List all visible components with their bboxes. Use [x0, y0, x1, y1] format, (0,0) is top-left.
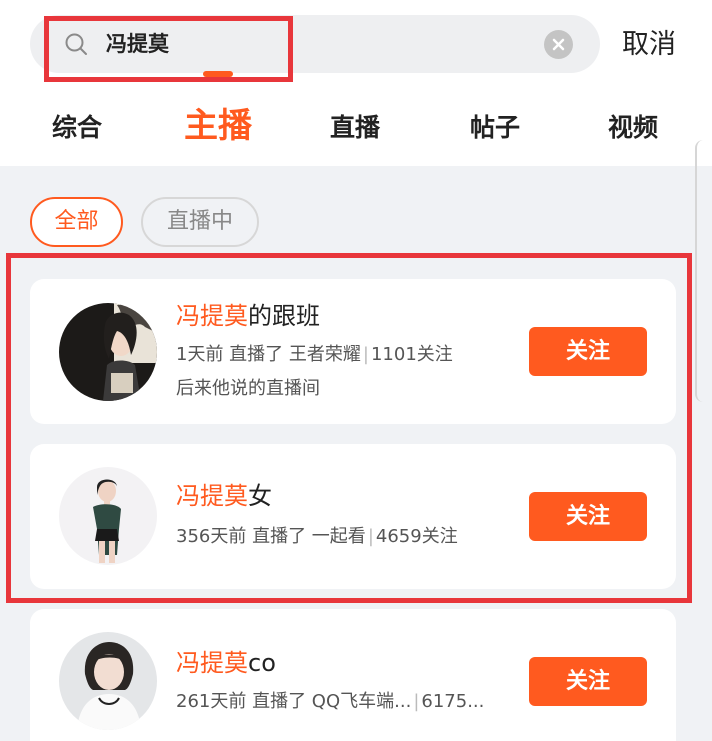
avatar[interactable] — [59, 467, 157, 565]
last-live-info: 261天前 直播了 QQ飞车端... — [176, 691, 412, 712]
streamer-card[interactable]: 冯提莫的跟班 1天前 直播了 王者荣耀 | 1101关注 后来他说的直播间 关注 — [30, 279, 676, 424]
follower-count: 4659关注 — [375, 526, 458, 547]
name-match-highlight: 冯提莫 — [176, 482, 248, 510]
name-match-highlight: 冯提莫 — [176, 302, 248, 330]
follow-button[interactable]: 关注 — [529, 327, 647, 376]
tab-live[interactable]: 直播 — [330, 110, 380, 146]
follow-button[interactable]: 关注 — [529, 492, 647, 541]
streamer-card[interactable]: 冯提莫co 261天前 直播了 QQ飞车端... | 6175... 关注 — [30, 609, 676, 741]
filter-all-chip[interactable]: 全部 — [30, 197, 123, 247]
follower-count: 6175... — [421, 691, 485, 712]
follow-button[interactable]: 关注 — [529, 657, 647, 706]
last-live-info: 356天前 直播了 一起看 — [176, 526, 366, 547]
active-tab-indicator — [203, 71, 233, 77]
scrollbar — [695, 140, 703, 402]
name-rest: 的跟班 — [248, 302, 320, 330]
tab-posts[interactable]: 帖子 — [470, 110, 520, 146]
streamer-meta: 1天前 直播了 王者荣耀 | 1101关注 — [176, 344, 453, 365]
tab-streamers[interactable]: 主播 — [184, 104, 252, 148]
name-rest: co — [248, 649, 276, 677]
streamer-name[interactable]: 冯提莫co — [176, 647, 276, 679]
name-match-highlight: 冯提莫 — [176, 649, 248, 677]
streamer-name[interactable]: 冯提莫的跟班 — [176, 300, 320, 332]
streamer-meta: 261天前 直播了 QQ飞车端... | 6175... — [176, 691, 485, 712]
filter-live-chip[interactable]: 直播中 — [141, 197, 259, 247]
last-live-info: 1天前 直播了 王者荣耀 — [176, 344, 361, 365]
streamer-card[interactable]: 冯提莫女 356天前 直播了 一起看 | 4659关注 关注 — [30, 444, 676, 589]
tab-comprehensive[interactable]: 综合 — [52, 110, 102, 146]
tab-bar: 综合 主播 直播 帖子 视频 — [0, 88, 712, 166]
avatar[interactable] — [59, 632, 157, 730]
search-header: 冯提莫 取消 — [0, 0, 712, 88]
follower-count: 1101关注 — [370, 344, 453, 365]
streamer-description: 后来他说的直播间 — [176, 378, 320, 399]
search-query[interactable]: 冯提莫 — [106, 29, 169, 59]
avatar[interactable] — [59, 303, 157, 401]
cancel-button[interactable]: 取消 — [622, 26, 676, 64]
name-rest: 女 — [248, 482, 272, 510]
search-icon — [65, 33, 87, 55]
streamer-name[interactable]: 冯提莫女 — [176, 480, 272, 512]
streamer-meta: 356天前 直播了 一起看 | 4659关注 — [176, 526, 458, 547]
clear-icon[interactable] — [544, 30, 573, 59]
tab-videos[interactable]: 视频 — [608, 110, 658, 146]
